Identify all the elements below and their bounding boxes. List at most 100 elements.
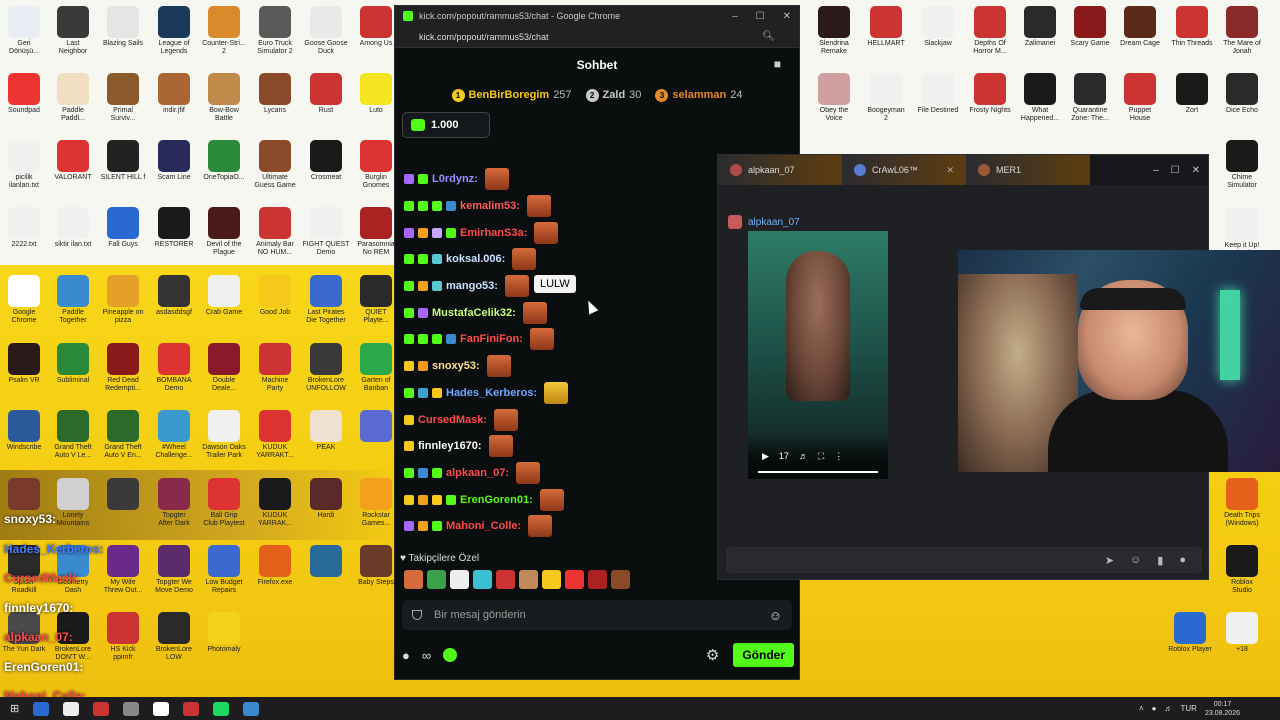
desktop-icon[interactable]: Roblox Player (1162, 612, 1218, 654)
chat-message[interactable]: Mahoni_Colle: (404, 513, 704, 540)
chat-username[interactable]: FanFiniFon: (460, 333, 523, 345)
volume-icon[interactable]: ♬ (1165, 704, 1173, 713)
gear-icon[interactable]: ⚙ (706, 646, 719, 664)
browser-titlebar[interactable]: kick.com/popout/rammus53/chat - Google C… (395, 6, 799, 26)
desktop-icon[interactable]: indir.jfif (146, 73, 202, 115)
video-progress[interactable] (758, 471, 878, 473)
badge-icon[interactable] (404, 281, 414, 292)
desktop-icon[interactable]: Slackjaw (910, 6, 966, 48)
desktop-icon[interactable]: Euro Truck Simulator 2 (247, 6, 303, 56)
desktop-icon[interactable]: Dice Echo (1214, 73, 1270, 115)
sender-name[interactable]: alpkaan_07 (748, 217, 800, 228)
address-bar[interactable]: kick.com/popout/rammus53/chat 🔍︎ (395, 26, 799, 48)
taskbar-app-icon[interactable] (63, 701, 80, 716)
desktop-icon[interactable]: Firefox.exe (247, 545, 303, 587)
badge-icon[interactable] (404, 334, 414, 345)
badge-icon[interactable] (418, 281, 428, 292)
badge-icon[interactable] (432, 227, 442, 238)
desktop-icon[interactable]: Paddle Together (45, 275, 101, 325)
shield-icon[interactable] (412, 610, 422, 620)
desktop-icon[interactable]: Paddle Paddl... (45, 73, 101, 123)
desktop-icon[interactable]: Machine Party (247, 343, 303, 393)
desktop-icon[interactable]: File Destined (910, 73, 966, 115)
chat-message[interactable]: snoxy53: (404, 353, 704, 380)
desktop-icon[interactable]: Scary Game (1062, 6, 1118, 48)
chat-message[interactable]: ErenGoren01: (404, 486, 704, 513)
desktop-icon[interactable]: Rust (298, 73, 354, 115)
desktop-icon[interactable]: VALORANT (45, 140, 101, 182)
send-button[interactable]: Gönder (733, 643, 794, 667)
desktop-icon[interactable]: Hardi (298, 478, 354, 520)
desktop-icon[interactable]: Death Trips (Windows) (1214, 478, 1270, 528)
minimize-button[interactable]: – (1153, 165, 1159, 176)
badge-icon[interactable] (432, 467, 442, 478)
top-gifter[interactable]: 2 Zald 30 (585, 88, 641, 102)
more-icon[interactable]: ⋮ (834, 451, 843, 462)
desktop-icon[interactable]: Crosmeat (298, 140, 354, 182)
badge-icon[interactable] (418, 334, 428, 345)
chat-username[interactable]: finnley1670: (418, 440, 482, 452)
badge-icon[interactable] (432, 281, 442, 292)
nodes-icon[interactable]: ● (402, 648, 410, 663)
desktop-icon[interactable]: Fall Guys (95, 207, 151, 249)
badge-icon[interactable] (432, 494, 442, 505)
desktop-icon[interactable]: KUDUK YARRAKT... (247, 410, 303, 460)
maximize-button[interactable]: ☐ (756, 11, 765, 22)
desktop-icon[interactable]: SILENT HILL f (95, 140, 151, 182)
chat-username[interactable]: L0rdynz: (432, 173, 478, 185)
emoji-icon[interactable]: ☺ (769, 608, 782, 623)
desktop-icon[interactable]: Blazing Sails (95, 6, 151, 48)
desktop-icon[interactable]: FIGHT QUEST Demo (298, 207, 354, 257)
chat-message[interactable]: Hades_Kerberos: (404, 380, 704, 407)
badge-icon[interactable] (446, 334, 456, 345)
desktop-icon[interactable]: Depths Of Horror M... (962, 6, 1018, 56)
desktop-icon[interactable]: PEAK (298, 410, 354, 452)
desktop-icon[interactable]: Roblox Studio (1214, 545, 1270, 595)
chat-message[interactable]: alpkaan_07: (404, 460, 704, 487)
desktop-icon[interactable]: What Happened... (1012, 73, 1068, 123)
emote[interactable] (534, 221, 559, 244)
send-arrow-icon[interactable]: ➤ (1105, 554, 1114, 567)
desktop-icon[interactable]: Lycans (247, 73, 303, 115)
badge-icon[interactable] (404, 441, 414, 452)
desktop-icon[interactable]: Red Dead Redempti... (95, 343, 151, 393)
desktop-icon[interactable]: Devil of the Plague (196, 207, 252, 257)
chat-message[interactable]: MustafaCelik32: (404, 299, 704, 326)
badge-icon[interactable] (418, 201, 428, 212)
close-icon[interactable]: ✕ (946, 165, 954, 176)
emote-bar[interactable] (404, 570, 630, 589)
badge-icon[interactable] (446, 201, 456, 212)
badge-icon[interactable] (404, 414, 414, 425)
badge-icon[interactable] (418, 307, 428, 318)
top-gifter[interactable]: 3 selamman 24 (655, 88, 742, 102)
users-icon[interactable]: ■ (774, 57, 781, 71)
taskbar-app-icon[interactable] (33, 701, 50, 716)
zoom-icon[interactable]: 🔍︎ (762, 31, 775, 42)
desktop-icon[interactable]: Subliminal (45, 343, 101, 385)
badge-icon[interactable] (446, 227, 456, 238)
desktop-icon[interactable]: Dream Cage (1112, 6, 1168, 48)
chat-message[interactable]: L0rdynz: (404, 166, 704, 193)
desktop-icon[interactable]: Bow-Bow Battle (196, 73, 252, 123)
badge-icon[interactable] (404, 467, 414, 478)
desktop-icon[interactable]: Primal Surviv... (95, 73, 151, 123)
desktop-icon[interactable]: Crab Game (196, 275, 252, 317)
desktop-icon[interactable]: Zort (1164, 73, 1220, 115)
desktop-icon[interactable]: Double Deale... (196, 343, 252, 393)
chat-message[interactable]: kemalim53: (404, 193, 704, 220)
kick-k-icon[interactable] (443, 648, 458, 662)
start-icon[interactable]: ⊞ (10, 702, 19, 715)
emote[interactable] (512, 248, 537, 271)
desktop-icon[interactable]: Grand Theft Auto V En... (95, 410, 151, 460)
desktop-icon[interactable] (298, 545, 354, 579)
attach-icon[interactable]: ▮ (1157, 554, 1163, 567)
chat-username[interactable]: CursedMask: (418, 414, 487, 426)
badge-icon[interactable] (418, 227, 428, 238)
chat-username[interactable]: ErenGoren01: (460, 494, 533, 506)
desktop-icon[interactable]: Pineapple on pizza (95, 275, 151, 325)
chat-message[interactable]: FanFiniFon: (404, 326, 704, 353)
chat-username[interactable]: snoxy53: (432, 360, 480, 372)
badge-icon[interactable] (418, 494, 428, 505)
close-button[interactable]: ✕ (1192, 165, 1200, 176)
emote[interactable] (529, 328, 554, 351)
